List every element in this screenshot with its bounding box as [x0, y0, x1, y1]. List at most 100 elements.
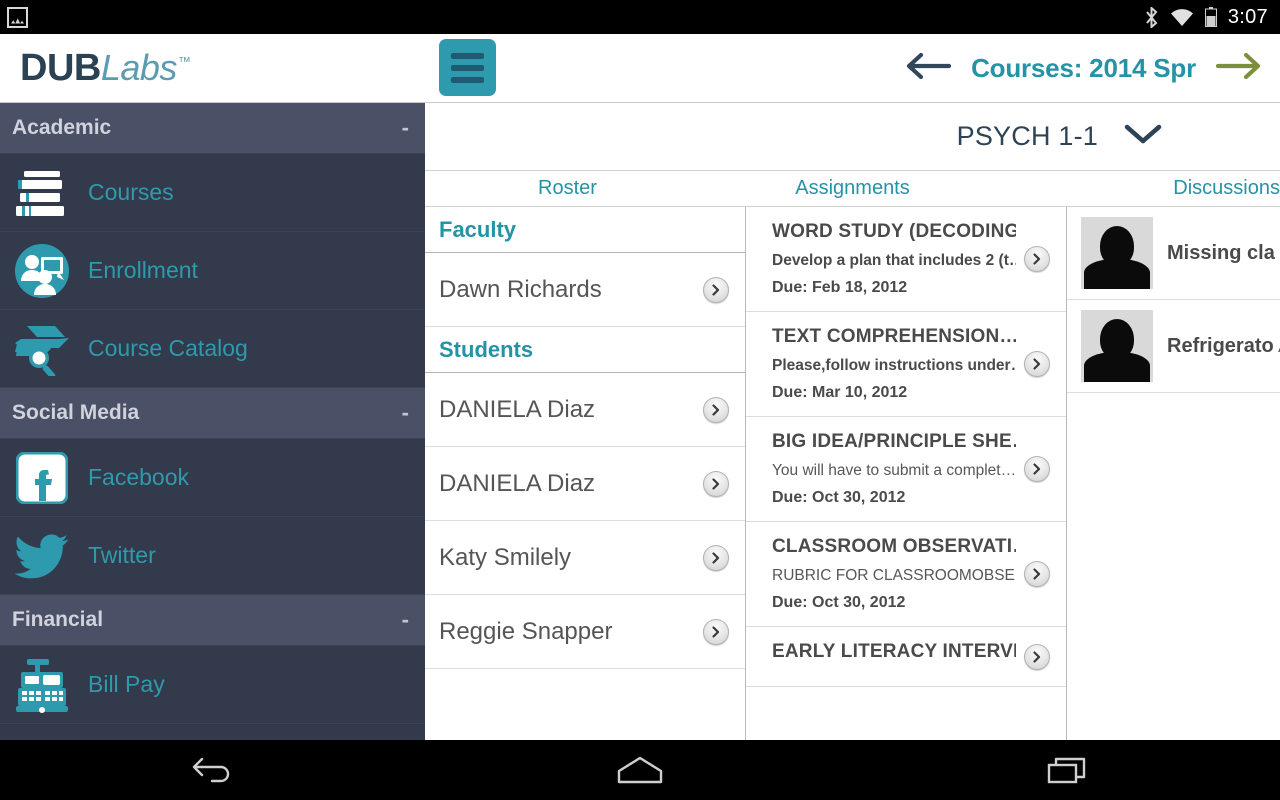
assignment-row[interactable]: BIG IDEA/PRINCIPLE SHE… You will have to… [746, 417, 1066, 522]
tab-label: Discussions [1173, 177, 1280, 199]
person-name: Dawn Richards [439, 275, 602, 303]
tab-roster[interactable]: Roster [425, 171, 710, 206]
sidebar[interactable]: Academic - Courses Enrollment Course Cat… [0, 103, 425, 740]
discussion-title: Refrigerato [1167, 334, 1274, 357]
collapse-toggle-icon[interactable]: - [402, 115, 409, 141]
sidebar-item-label: Courses [88, 179, 174, 205]
chevron-right-icon[interactable] [703, 276, 729, 303]
sidebar-section-social-media[interactable]: Social Media - [0, 388, 425, 439]
assignment-title: TEXT COMPREHENSION… [772, 326, 1016, 347]
tab-label: Assignments [795, 177, 910, 199]
assignment-due-date: Due: Oct 30, 2012 [772, 594, 906, 611]
chevron-right-icon[interactable] [703, 470, 729, 497]
sidebar-section-financial[interactable]: Financial - [0, 595, 425, 646]
status-bar: 3:07 [0, 0, 1280, 34]
assignment-due-date: Due: Mar 10, 2012 [772, 384, 908, 401]
sidebar-item-course-catalog[interactable]: Course Catalog [0, 310, 425, 388]
chevron-right-icon[interactable] [1024, 561, 1050, 587]
books-icon [6, 167, 78, 219]
tab-bar[interactable]: Roster Assignments Discussions [425, 171, 1280, 207]
roster-group-header: Faculty [425, 207, 745, 253]
assignment-description: You will have to submit a complet… [772, 462, 1016, 479]
android-screen: 3:07 DUB Labs ™ Courses: 2014 Spr Academ… [0, 0, 1280, 800]
image-thumbnail-icon [7, 6, 28, 28]
enrollment-people-icon [6, 243, 78, 299]
assignment-title: BIG IDEA/PRINCIPLE SHE… [772, 431, 1016, 452]
sidebar-item-label: Facebook [88, 464, 190, 490]
chevron-down-icon[interactable] [1124, 123, 1162, 150]
hamburger-icon[interactable] [439, 39, 496, 96]
status-bar-notifications [0, 6, 28, 28]
chevron-right-icon[interactable] [703, 544, 729, 571]
assignment-title: CLASSROOM OBSERVATI… [772, 536, 1016, 557]
chevron-right-icon[interactable] [1024, 643, 1050, 670]
home-icon[interactable] [427, 755, 854, 785]
section-title: Social Media [12, 401, 140, 424]
recent-apps-icon[interactable] [853, 755, 1280, 785]
twitter-icon [6, 533, 78, 579]
content-columns: Faculty Dawn Richards Students DANIELA D… [425, 207, 1280, 740]
person-name: DANIELA Diaz [439, 469, 596, 497]
app-header: DUB Labs ™ Courses: 2014 Spr [0, 34, 1280, 103]
sidebar-item-courses[interactable]: Courses [0, 154, 425, 232]
sidebar-item-facebook[interactable]: Facebook [0, 439, 425, 517]
sidebar-section-academic[interactable]: Academic - [0, 103, 425, 154]
header-nav-group: Courses: 2014 Spr [905, 50, 1280, 87]
chevron-right-icon[interactable] [703, 618, 729, 645]
sidebar-item-label: Twitter [88, 542, 156, 568]
back-icon[interactable] [0, 755, 427, 785]
assignment-row[interactable]: TEXT COMPREHENSION… Please,follow instru… [746, 312, 1066, 417]
assignment-row[interactable]: CLASSROOM OBSERVATI… RUBRIC FOR CLASSROO… [746, 522, 1066, 627]
person-silhouette-avatar [1081, 310, 1153, 382]
chevron-right-icon[interactable] [1024, 456, 1050, 482]
discussion-title: Missing cla [1167, 241, 1275, 264]
list-item[interactable]: Dawn Richards [425, 253, 745, 327]
person-silhouette-avatar [1081, 217, 1153, 289]
sidebar-item-label: Bill Pay [88, 671, 165, 697]
assignment-description: RUBRIC FOR CLASSROOMOBSE… [772, 567, 1016, 584]
tab-label: Roster [538, 177, 597, 199]
assignment-row[interactable]: EARLY LITERACY INTERVI… [746, 627, 1066, 687]
roster-column[interactable]: Faculty Dawn Richards Students DANIELA D… [425, 207, 746, 740]
chevron-right-icon[interactable] [1024, 351, 1050, 377]
selected-course-label: PSYCH 1-1 [956, 121, 1098, 151]
assignments-column[interactable]: WORD STUDY (DECODING… Develop a plan tha… [746, 207, 1067, 740]
roster-group-title: Students [439, 336, 534, 362]
discussion-row[interactable]: Refrigerato Apr 28,…1 mo [1067, 300, 1280, 393]
trademark-symbol: ™ [177, 53, 191, 69]
collapse-toggle-icon[interactable]: - [402, 400, 409, 426]
assignment-description: Please,follow instructions under… [772, 357, 1016, 374]
list-item[interactable]: DANIELA Diaz [425, 447, 745, 521]
wifi-icon [1170, 8, 1194, 27]
app-logo: DUB Labs ™ [20, 47, 191, 90]
discussion-row[interactable]: Missing cla May 18,…10 d [1067, 207, 1280, 300]
sidebar-item-label: Enrollment [88, 257, 198, 283]
logo-primary-text: DUB [20, 46, 101, 89]
android-nav-bar[interactable] [0, 740, 1280, 800]
list-item[interactable]: Katy Smilely [425, 521, 745, 595]
main-content: PSYCH 1-1 Roster Assignments Discussions… [425, 103, 1280, 740]
arrow-right-icon[interactable] [1214, 50, 1262, 87]
status-bar-indicators: 3:07 [1144, 6, 1280, 29]
roster-group-title: Faculty [439, 216, 517, 242]
chevron-right-icon[interactable] [703, 396, 729, 423]
assignment-row[interactable]: WORD STUDY (DECODING… Develop a plan tha… [746, 207, 1066, 312]
tab-assignments[interactable]: Assignments [710, 171, 995, 206]
assignment-title: EARLY LITERACY INTERVI… [772, 641, 1016, 662]
sidebar-item-bill-pay[interactable]: Bill Pay [0, 646, 425, 724]
arrow-left-icon[interactable] [905, 50, 953, 87]
facebook-icon [6, 451, 78, 504]
course-selector[interactable]: PSYCH 1-1 [425, 103, 1280, 171]
section-title: Financial [12, 608, 104, 631]
person-name: Reggie Snapper [439, 617, 613, 645]
sidebar-item-enrollment[interactable]: Enrollment [0, 232, 425, 310]
discussions-column[interactable]: Missing cla May 18,…10 d Refrigerato Apr… [1067, 207, 1280, 740]
tab-discussions[interactable]: Discussions [995, 171, 1280, 206]
sidebar-item-twitter[interactable]: Twitter [0, 517, 425, 595]
list-item[interactable]: DANIELA Diaz [425, 373, 745, 447]
cash-register-icon [6, 657, 78, 713]
collapse-toggle-icon[interactable]: - [402, 607, 409, 633]
status-bar-clock: 3:07 [1227, 5, 1268, 28]
chevron-right-icon[interactable] [1024, 246, 1050, 272]
list-item[interactable]: Reggie Snapper [425, 595, 745, 669]
